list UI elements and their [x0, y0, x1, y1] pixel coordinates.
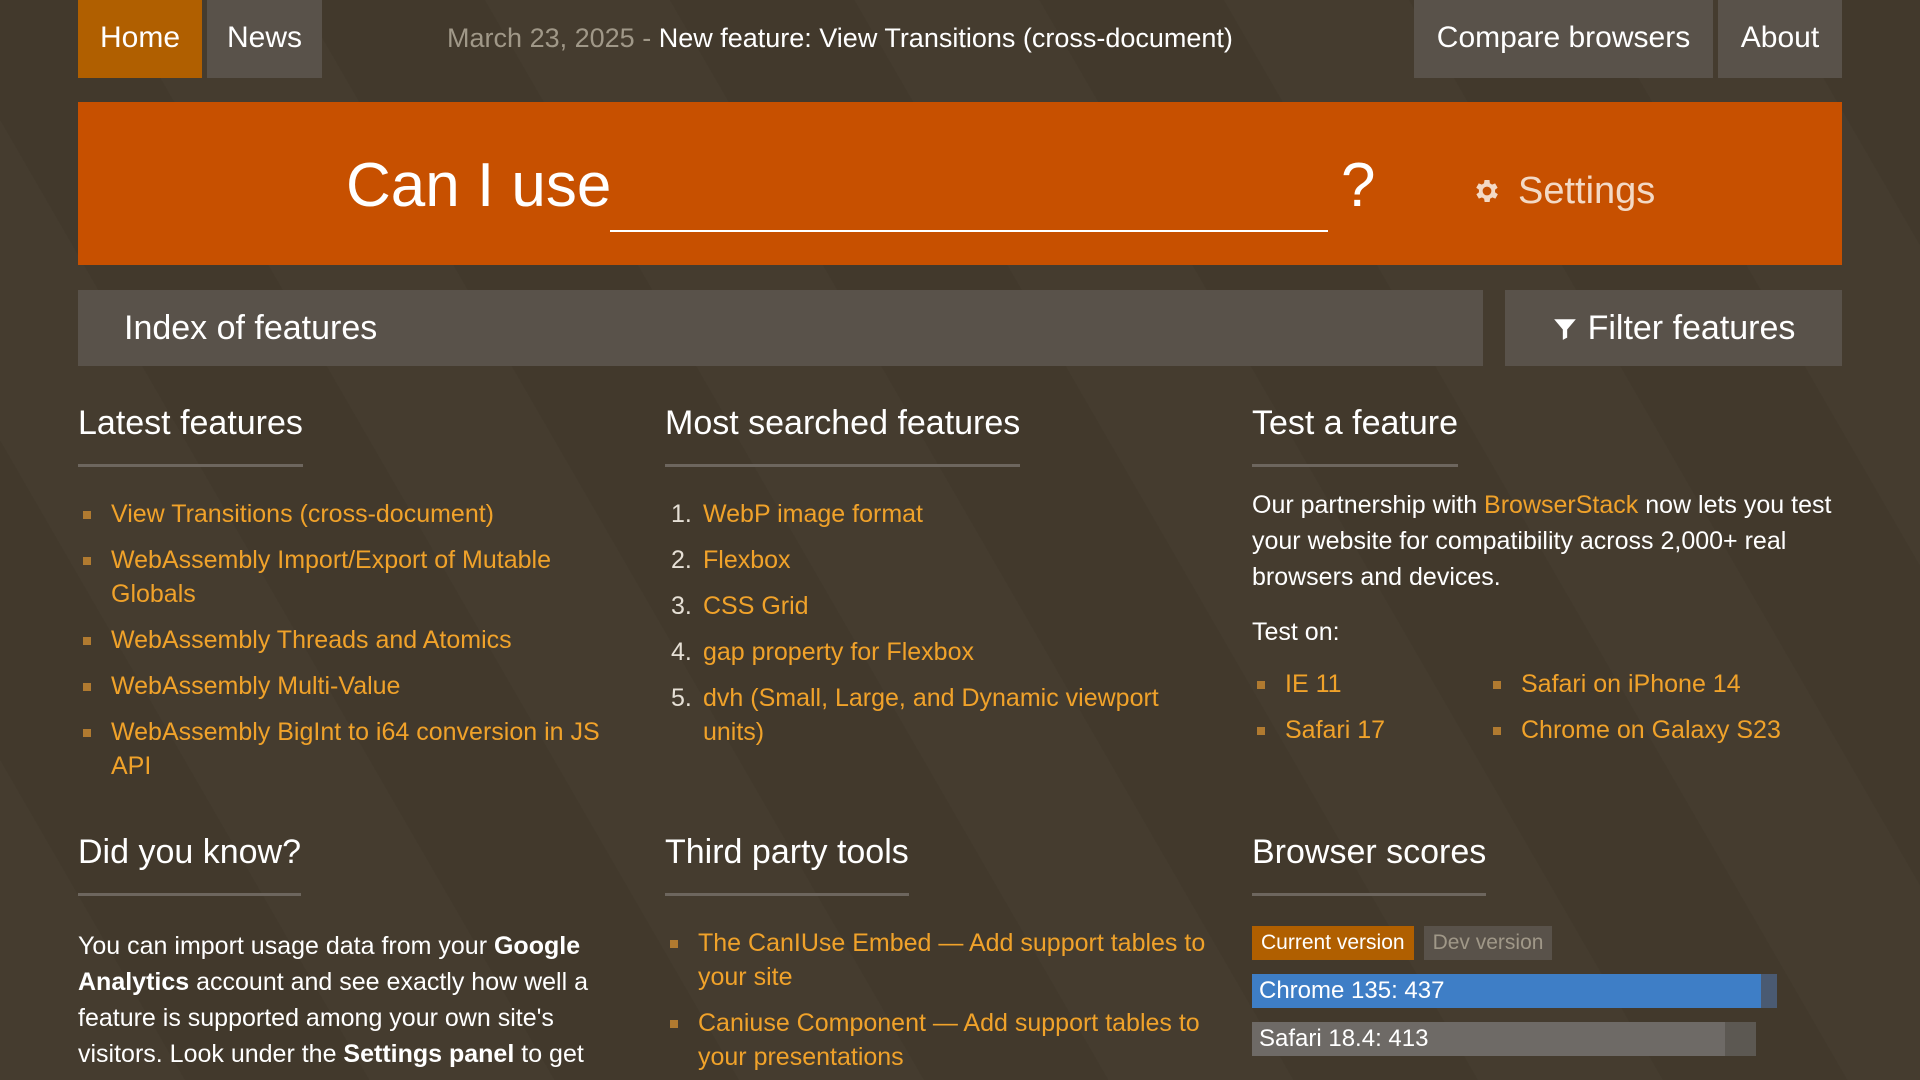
search-prefix: Can I use [346, 151, 612, 220]
list-item: View Transitions (cross-document) [78, 497, 638, 531]
page: Home News March 23, 2025 - New feature: … [78, 0, 1842, 1080]
nav-news-link[interactable]: News [207, 0, 322, 78]
list-item: 1. WebP image format [665, 497, 1225, 531]
feature-link[interactable]: WebAssembly BigInt to i64 conversion in … [111, 718, 600, 780]
list-item: Safari on iPhone 14 [1488, 667, 1818, 701]
announcement-link[interactable]: New feature: View Transitions (cross-doc… [659, 23, 1233, 53]
most-searched-heading: Most searched features [665, 400, 1021, 467]
list-item: WebAssembly Import/Export of Mutable Glo… [78, 543, 638, 611]
dyk-text-1: You can import usage data from your [78, 932, 494, 960]
test-browser-link[interactable]: Chrome on Galaxy S23 [1521, 716, 1781, 744]
list-item: 4. gap property for Flexbox [665, 635, 1225, 669]
feature-link[interactable]: Flexbox [703, 546, 791, 574]
settings-label: Settings [1518, 170, 1656, 212]
list-number: 5. [671, 684, 692, 712]
test-browser-link[interactable]: Safari 17 [1285, 716, 1385, 744]
score-bar-label: Chrome 135: 437 [1259, 977, 1445, 1004]
third-party-tools-section: Third party tools The CanIUse Embed — Ad… [665, 829, 1225, 1080]
version-tabs: Current version Dev version [1252, 926, 1842, 960]
list-item: 3. CSS Grid [665, 589, 1225, 623]
third-party-tools-list: The CanIUse Embed — Add support tables t… [665, 926, 1225, 1074]
top-nav: Home News March 23, 2025 - New feature: … [78, 0, 1842, 78]
index-of-features-button[interactable]: Index of features [78, 290, 1483, 366]
filter-icon [1553, 319, 1576, 340]
most-searched-section: Most searched features 1. WebP image form… [665, 400, 1225, 761]
tab-current-version[interactable]: Current version [1252, 926, 1414, 960]
score-bar-label: Safari 18.4: 413 [1259, 1025, 1429, 1052]
browserstack-link[interactable]: BrowserStack [1484, 491, 1638, 519]
announcement: March 23, 2025 - New feature: View Trans… [398, 0, 1282, 78]
score-bar: Safari 18.4: 413 [1252, 1022, 1842, 1056]
tool-link[interactable]: Caniuse Component — Add support tables t… [698, 1009, 1200, 1071]
search-suffix: ? [1341, 151, 1376, 220]
test-feature-heading: Test a feature [1252, 400, 1459, 467]
dyk-bold-settings-panel: Settings panel [343, 1040, 515, 1068]
gear-icon [1476, 180, 1498, 202]
feature-link[interactable]: View Transitions (cross-document) [111, 500, 494, 528]
feature-link[interactable]: WebAssembly Threads and Atomics [111, 626, 512, 654]
list-item: Safari 17 [1252, 713, 1488, 747]
test-browser-link[interactable]: IE 11 [1285, 670, 1342, 698]
did-you-know-section: Did you know? You can import usage data … [78, 829, 638, 1080]
test-feature-description: Our partnership with BrowserStack now le… [1252, 487, 1842, 595]
test-browser-list-1: IE 11 Safari 17 [1252, 667, 1488, 759]
list-item: 5. dvh (Small, Large, and Dynamic viewpor… [665, 681, 1225, 749]
feature-link[interactable]: WebAssembly Import/Export of Mutable Glo… [111, 546, 551, 608]
test-feature-section: Test a feature Our partnership with Brow… [1252, 400, 1842, 759]
list-item: 2. Flexbox [665, 543, 1225, 577]
latest-features-list: View Transitions (cross-document) WebAss… [78, 497, 638, 783]
browser-scores-heading: Browser scores [1252, 829, 1487, 896]
filter-features-button[interactable]: Filter features [1505, 290, 1842, 366]
nav-home-link[interactable]: Home [78, 0, 202, 78]
did-you-know-text: You can import usage data from your Goog… [78, 928, 638, 1080]
list-item: WebAssembly Multi-Value [78, 669, 638, 703]
test-browser-link[interactable]: Safari on iPhone 14 [1521, 670, 1741, 698]
list-item: The CanIUse Embed — Add support tables t… [665, 926, 1225, 994]
test-browser-list-2: Safari on iPhone 14 Chrome on Galaxy S23 [1488, 667, 1818, 759]
feature-link[interactable]: WebAssembly Multi-Value [111, 672, 400, 700]
test-on-label: Test on: [1252, 618, 1340, 646]
announcement-date: March 23, 2025 [447, 23, 635, 53]
list-item: IE 11 [1252, 667, 1488, 701]
filter-features-label: Filter features [1587, 309, 1796, 347]
search-input[interactable] [610, 160, 1328, 232]
feature-link[interactable]: CSS Grid [703, 592, 809, 620]
test-browser-grid: IE 11 Safari 17 Safari on iPhone 14 Chro… [1252, 667, 1842, 759]
latest-features-section: Latest features View Transitions (cross-… [78, 400, 638, 795]
most-searched-list: 1. WebP image format 2. Flexbox 3. CSS Grid… [665, 497, 1225, 749]
feature-link[interactable]: WebP image format [703, 500, 923, 528]
announcement-separator: - [642, 23, 652, 53]
list-number: 4. [671, 638, 692, 666]
list-item: WebAssembly Threads and Atomics [78, 623, 638, 657]
list-number: 2. [671, 546, 692, 574]
search-banner: Can I use ? Settings [78, 102, 1842, 265]
list-number: 1. [671, 500, 692, 528]
tab-dev-version[interactable]: Dev version [1423, 926, 1553, 960]
list-number: 3. [671, 592, 692, 620]
third-party-tools-heading: Third party tools [665, 829, 909, 896]
list-item: WebAssembly BigInt to i64 conversion in … [78, 715, 638, 783]
score-bar: Chrome 135: 437 [1252, 974, 1842, 1008]
feature-link[interactable]: dvh (Small, Large, and Dynamic viewport … [703, 684, 1159, 746]
feature-link[interactable]: gap property for Flexbox [703, 638, 974, 666]
list-item: Chrome on Galaxy S23 [1488, 713, 1818, 747]
browser-scores-section: Browser scores Current version Dev versi… [1252, 829, 1842, 1056]
test-text-before: Our partnership with [1252, 491, 1485, 519]
list-item: Caniuse Component — Add support tables t… [665, 1006, 1225, 1074]
nav-about-link[interactable]: About [1718, 0, 1842, 78]
score-bars: Chrome 135: 437 Safari 18.4: 413 [1252, 974, 1842, 1056]
settings-button[interactable]: Settings [1472, 168, 1655, 214]
tool-link[interactable]: The CanIUse Embed — Add support tables t… [698, 929, 1205, 991]
nav-compare-browsers-link[interactable]: Compare browsers [1414, 0, 1713, 78]
did-you-know-heading: Did you know? [78, 829, 302, 896]
latest-features-heading: Latest features [78, 400, 303, 467]
